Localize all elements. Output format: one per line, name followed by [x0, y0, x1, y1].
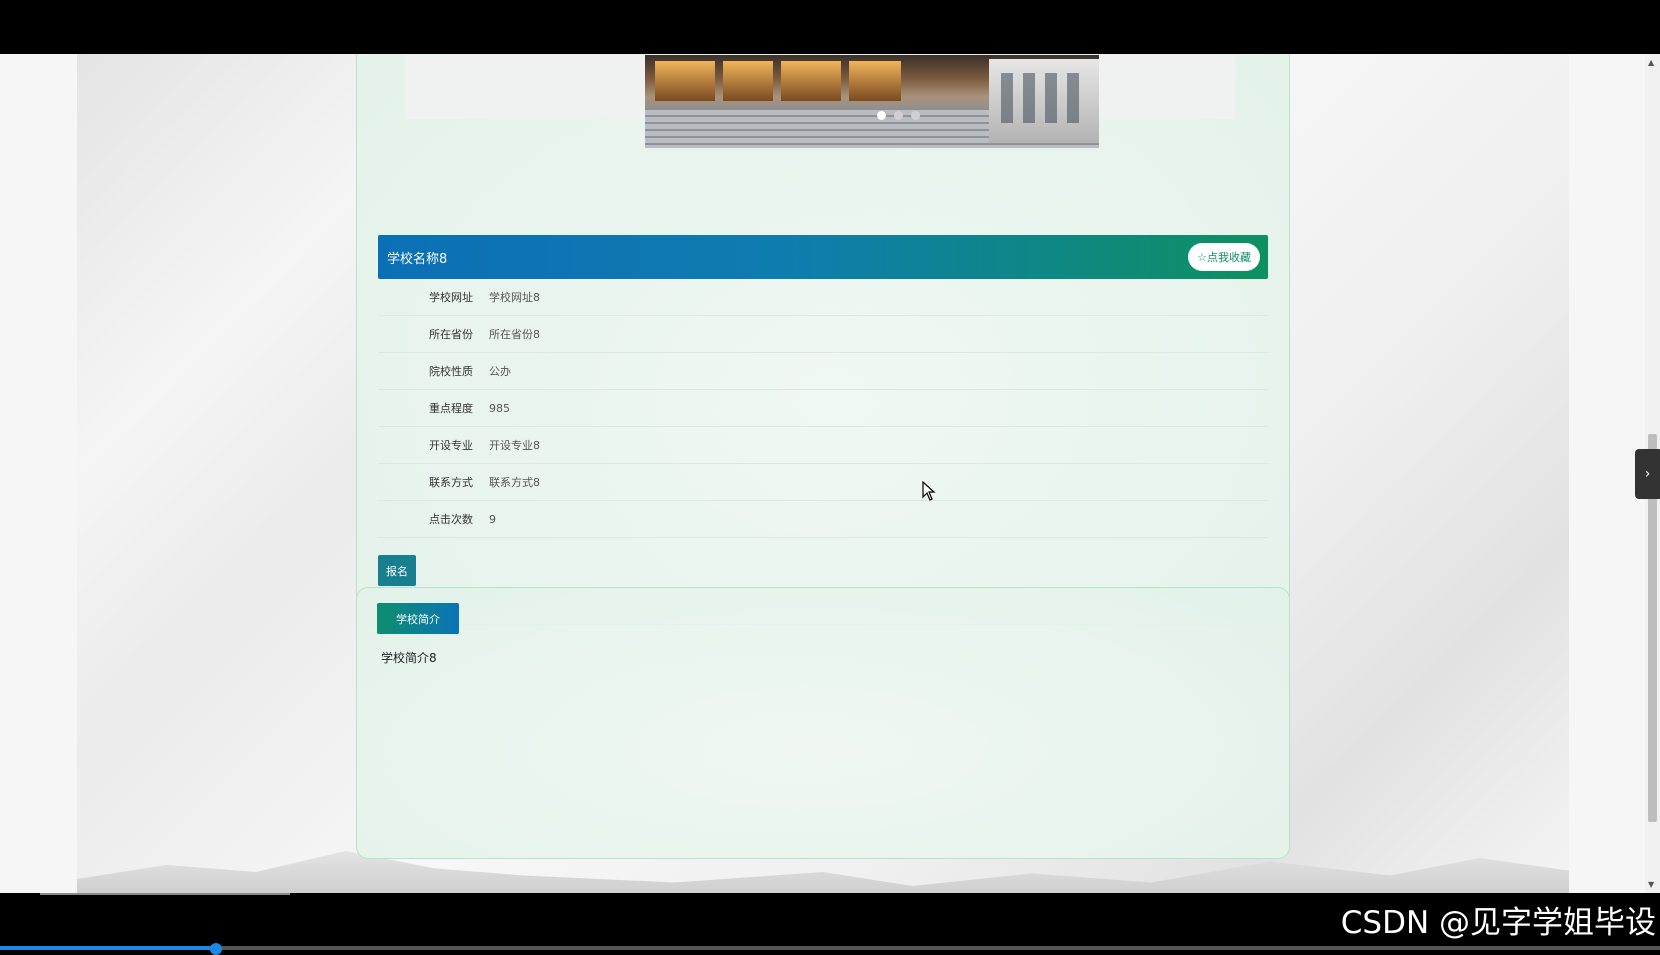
carousel-dot-3[interactable]: [911, 111, 920, 120]
video-progress-fill: [0, 946, 216, 950]
info-value: 所在省份8: [489, 328, 540, 341]
favorite-button[interactable]: ☆点我收藏: [1188, 243, 1260, 271]
tab-school-intro-label: 学校简介: [396, 612, 440, 626]
info-label: 所在省份: [429, 328, 473, 341]
video-progress-bar[interactable]: [0, 943, 1660, 955]
school-detail-card: 学校名称8 ☆点我收藏 学校网址 学校网址8 所在省份 所在省份8 院校性质 公…: [356, 54, 1290, 625]
info-label: 重点程度: [429, 402, 473, 415]
tab-school-intro[interactable]: 学校简介: [377, 603, 459, 634]
info-row: 院校性质 公办: [378, 353, 1268, 390]
info-row: 点击次数 9: [378, 501, 1268, 538]
info-label: 联系方式: [429, 476, 473, 489]
school-name: 学校名称8: [387, 252, 448, 267]
carousel-dot-2[interactable]: [894, 111, 903, 120]
info-value: 985: [489, 401, 510, 415]
chevron-right-icon: ›: [1644, 466, 1651, 482]
school-intro-text: 学校简介8: [381, 651, 437, 665]
info-row: 开设专业 开设专业8: [378, 427, 1268, 464]
scroll-down-arrow-icon[interactable]: ▼: [1648, 880, 1654, 889]
carousel: [405, 55, 1235, 148]
background-right: [1569, 54, 1645, 893]
info-value: 9: [489, 512, 496, 526]
carousel-image[interactable]: [645, 55, 1099, 148]
school-title-bar: 学校名称8 ☆点我收藏: [378, 235, 1268, 279]
watermark-text: CSDN @见字学姐毕设: [1340, 905, 1656, 941]
favorite-button-label: ☆点我收藏: [1197, 251, 1251, 264]
info-value: 公办: [489, 365, 511, 378]
info-label: 开设专业: [429, 439, 473, 452]
info-row: 所在省份 所在省份8: [378, 316, 1268, 353]
sidebar-toggle-button[interactable]: ›: [1635, 449, 1660, 499]
bottom-divider: [40, 893, 290, 895]
browser-viewport: 学校名称8 ☆点我收藏 学校网址 学校网址8 所在省份 所在省份8 院校性质 公…: [0, 54, 1645, 893]
info-row: 联系方式 联系方式8: [378, 464, 1268, 501]
info-value: 联系方式8: [489, 476, 540, 489]
signup-button[interactable]: 报名: [378, 555, 416, 586]
info-row: 重点程度 985: [378, 390, 1268, 427]
scroll-up-arrow-icon[interactable]: ▲: [1648, 58, 1654, 67]
info-value: 学校网址8: [489, 291, 540, 304]
info-label: 点击次数: [429, 513, 473, 526]
mouse-cursor-icon: [922, 481, 936, 501]
school-info-table: 学校网址 学校网址8 所在省份 所在省份8 院校性质 公办 重点程度 985 开…: [378, 279, 1268, 538]
video-bottom-bar: CSDN @见字学姐毕设: [0, 893, 1660, 955]
school-intro-card: 学校简介 学校简介8: [356, 587, 1290, 859]
info-label: 学校网址: [429, 291, 473, 304]
background-left: [0, 54, 77, 893]
video-progress-knob[interactable]: [210, 943, 222, 955]
info-row: 学校网址 学校网址8: [378, 279, 1268, 316]
info-value: 开设专业8: [489, 439, 540, 452]
carousel-dot-1[interactable]: [877, 111, 886, 120]
carousel-dots: [877, 111, 920, 120]
top-black-bar: [0, 0, 1660, 54]
signup-button-label: 报名: [386, 564, 408, 578]
info-label: 院校性质: [429, 365, 473, 378]
